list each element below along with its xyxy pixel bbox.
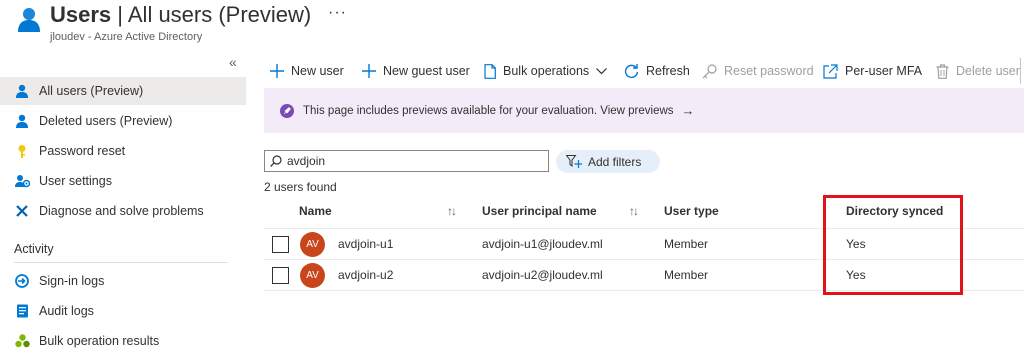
- banner-text[interactable]: This page includes previews available fo…: [303, 105, 674, 117]
- audit-log-icon: [14, 303, 30, 319]
- sidebar-item-label: Password reset: [39, 144, 126, 158]
- sidebar-item-label: Sign-in logs: [39, 274, 105, 288]
- more-options-button[interactable]: ···: [328, 4, 347, 22]
- rocket-icon: [280, 103, 294, 118]
- user-type: Member: [664, 268, 709, 282]
- command-bar: New user New guest user Bulk operations …: [266, 58, 1024, 84]
- row-checkbox[interactable]: [272, 267, 289, 284]
- add-filters-button[interactable]: Add filters: [556, 150, 660, 173]
- search-icon: [270, 155, 282, 167]
- sidebar-item-label: Diagnose and solve problems: [39, 204, 204, 218]
- filter-add-icon: [566, 154, 582, 168]
- key-icon: [702, 63, 717, 78]
- sidebar-item-label: Bulk operation results: [39, 334, 160, 348]
- sign-in-icon: [14, 273, 30, 289]
- sidebar-item-user-settings[interactable]: User settings: [0, 167, 246, 195]
- sidebar-item-label: All users (Preview): [39, 84, 144, 98]
- sidebar-item-label: Deleted users (Preview): [39, 114, 173, 128]
- user-name-link[interactable]: avdjoin-u1: [338, 237, 393, 251]
- user-name-link[interactable]: avdjoin-u2: [338, 268, 393, 282]
- chevron-down-icon: [596, 67, 608, 74]
- bulk-operations-button[interactable]: Bulk operations: [484, 58, 608, 84]
- avatar: AV: [300, 232, 325, 257]
- sidebar-item-label: User settings: [39, 174, 112, 188]
- new-guest-user-button[interactable]: New guest user: [362, 58, 470, 84]
- document-icon: [484, 63, 496, 79]
- collapse-sidebar-button[interactable]: «: [229, 54, 237, 70]
- user-icon: [14, 113, 30, 129]
- sort-icon[interactable]: ↑↓: [447, 204, 457, 218]
- sidebar-section-activity: Activity: [14, 242, 54, 256]
- search-input[interactable]: avdjoin: [264, 150, 549, 172]
- page-header: Users | All users (Preview) ··· jloudev …: [0, 0, 1024, 48]
- user-type: Member: [664, 237, 709, 251]
- sidebar-item-all-users[interactable]: All users (Preview): [0, 77, 246, 105]
- delete-user-button[interactable]: Delete user: [936, 58, 1020, 84]
- directory-synced-highlight: [823, 195, 963, 295]
- wrench-icon: [14, 203, 30, 219]
- plus-icon: [270, 64, 284, 78]
- sidebar-item-deleted-users[interactable]: Deleted users (Preview): [0, 107, 246, 135]
- toolbar-divider: [1020, 58, 1021, 84]
- sidebar-item-bulk-results[interactable]: Bulk operation results: [0, 327, 246, 355]
- user-principal-name: avdjoin-u2@jloudev.ml: [482, 268, 603, 282]
- plus-icon: [362, 64, 376, 78]
- per-user-mfa-button[interactable]: Per-user MFA: [823, 58, 922, 84]
- bulk-results-icon: [14, 333, 30, 349]
- key-icon: [14, 143, 30, 159]
- page-subtitle: jloudev - Azure Active Directory: [50, 31, 203, 43]
- external-link-icon: [823, 63, 838, 79]
- refresh-button[interactable]: Refresh: [624, 58, 690, 84]
- reset-password-button[interactable]: Reset password: [702, 58, 814, 84]
- search-value: avdjoin: [287, 154, 326, 168]
- result-count: 2 users found: [264, 180, 337, 194]
- user-settings-icon: [14, 173, 30, 189]
- trash-icon: [936, 63, 949, 79]
- sidebar-item-diagnose[interactable]: Diagnose and solve problems: [0, 197, 246, 225]
- sort-icon[interactable]: ↑↓: [629, 204, 639, 218]
- arrow-right-icon[interactable]: →: [682, 103, 695, 118]
- sidebar-item-audit-logs[interactable]: Audit logs: [0, 297, 246, 325]
- user-icon: [14, 83, 30, 99]
- avatar: AV: [300, 263, 325, 288]
- column-header-upn[interactable]: User principal name: [482, 204, 597, 218]
- preview-banner: This page includes previews available fo…: [264, 88, 1024, 133]
- users-icon: [18, 8, 40, 32]
- page-title: Users | All users (Preview): [50, 2, 312, 27]
- sidebar-item-label: Audit logs: [39, 304, 94, 318]
- refresh-icon: [624, 63, 639, 78]
- row-checkbox[interactable]: [272, 236, 289, 253]
- sidebar-item-sign-in-logs[interactable]: Sign-in logs: [0, 267, 246, 295]
- sidebar-item-password-reset[interactable]: Password reset: [0, 137, 246, 165]
- new-user-button[interactable]: New user: [270, 58, 344, 84]
- column-header-name[interactable]: Name: [299, 204, 332, 218]
- sidebar: « All users (Preview) Deleted users (Pre…: [0, 52, 246, 356]
- column-header-user-type[interactable]: User type: [664, 204, 719, 218]
- section-divider: [14, 262, 228, 263]
- user-principal-name: avdjoin-u1@jloudev.ml: [482, 237, 603, 251]
